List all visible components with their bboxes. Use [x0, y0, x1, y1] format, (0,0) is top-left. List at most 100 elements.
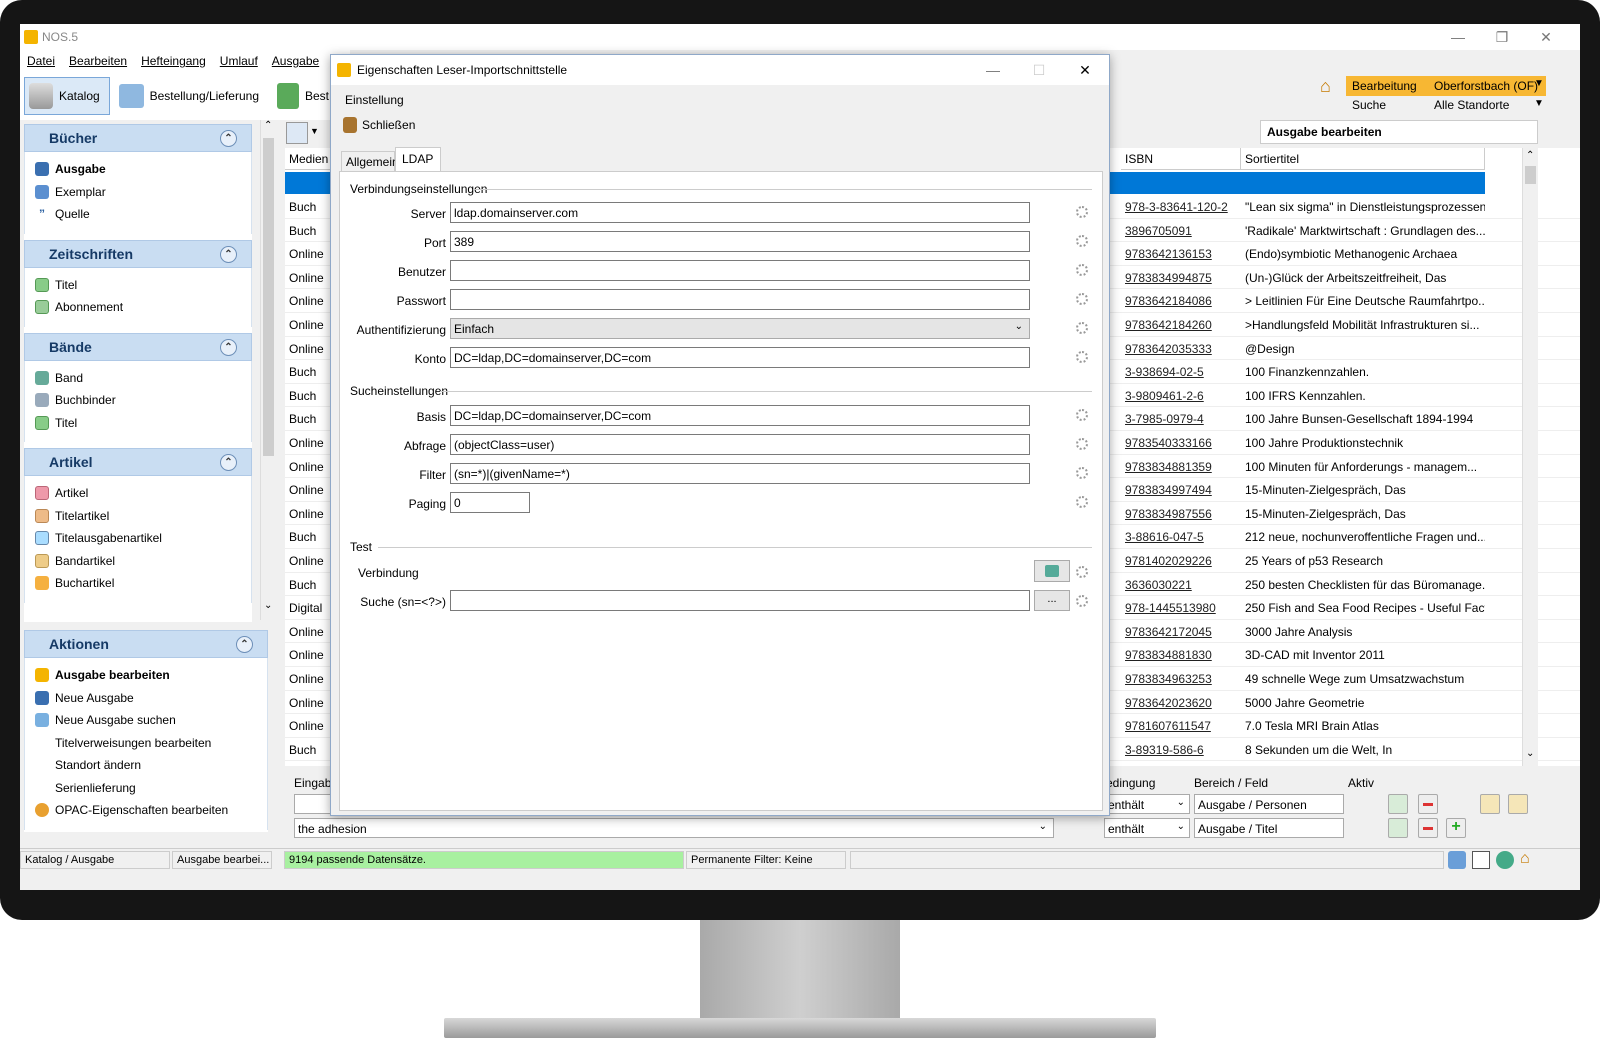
menu-ausgabe[interactable]: Ausgabe: [265, 50, 326, 68]
settings-icon[interactable]: [1076, 566, 1088, 578]
mail-icon[interactable]: [1472, 851, 1490, 869]
chevron-down-icon[interactable]: ⌄: [1039, 821, 1047, 832]
cell-isbn-link[interactable]: 9783834881830: [1125, 648, 1212, 662]
chevron-down-icon[interactable]: ⌄: [264, 600, 272, 611]
edit-icon[interactable]: [1508, 794, 1528, 814]
group-aktionen[interactable]: Aktionen ⌃: [24, 630, 268, 658]
cell-isbn-link[interactable]: 9783540333166: [1125, 436, 1212, 450]
collapse-icon[interactable]: ⌃: [220, 245, 237, 263]
sidebar-item-exemplar[interactable]: Exemplar: [35, 181, 251, 204]
tab-allgemein[interactable]: Allgemein: [341, 151, 399, 171]
chevron-down-icon[interactable]: ⌄: [1526, 748, 1534, 759]
action-titelverweisungen[interactable]: Titelverweisungen bearbeiten: [35, 732, 267, 755]
home-icon[interactable]: ⌂: [1320, 76, 1342, 98]
cell-isbn-link[interactable]: 3636030221: [1125, 578, 1192, 592]
close-action-button[interactable]: Schließen: [343, 117, 415, 133]
group-zeitschriften[interactable]: Zeitschriften ⌃: [24, 239, 252, 268]
settings-icon[interactable]: [1076, 351, 1088, 363]
cell-isbn-link[interactable]: 3-88616-047-5: [1125, 530, 1204, 544]
settings-icon[interactable]: [1076, 438, 1088, 450]
sidebar-item-titelausgabenartikel[interactable]: Titelausgabenartikel: [35, 527, 251, 550]
group-buecher[interactable]: Bücher ⌃: [24, 124, 252, 152]
close-icon[interactable]: ✕: [1528, 27, 1564, 47]
settings-icon[interactable]: [1076, 264, 1088, 276]
browse-button[interactable]: ...: [1034, 590, 1070, 611]
server-input[interactable]: ldap.domainserver.com: [450, 202, 1030, 223]
eingabe-input[interactable]: [294, 794, 334, 814]
settings-icon[interactable]: [1076, 322, 1088, 334]
filter-input[interactable]: (sn=*)|(givenName=*): [450, 463, 1030, 484]
settings-icon[interactable]: [1076, 409, 1088, 421]
sidebar-item-band[interactable]: Band: [35, 367, 251, 390]
group-baende[interactable]: Bände ⌃: [24, 332, 252, 361]
benutzer-input[interactable]: [450, 260, 1030, 281]
menu-bearbeiten[interactable]: Bearbeiten: [62, 50, 134, 68]
chevron-down-icon[interactable]: ▼: [310, 126, 319, 136]
action-serienlieferung[interactable]: Serienlieferung: [35, 777, 267, 800]
port-input[interactable]: 389: [450, 231, 1030, 252]
cell-isbn-link[interactable]: 3-938694-02-5: [1125, 365, 1204, 379]
cell-isbn-link[interactable]: 9783834881359: [1125, 460, 1212, 474]
menu-umlauf[interactable]: Umlauf: [213, 50, 265, 68]
remove-filter-button[interactable]: [1418, 794, 1438, 814]
minimize-icon[interactable]: —: [1440, 27, 1476, 47]
action-neue-ausgabe-suchen[interactable]: Neue Ausgabe suchen: [35, 709, 267, 732]
settings-icon[interactable]: [1076, 293, 1088, 305]
grid-view-icon[interactable]: [286, 122, 308, 144]
cell-isbn-link[interactable]: 9783642184260: [1125, 318, 1212, 332]
basis-input[interactable]: DC=ldap,DC=domainserver,DC=com: [450, 405, 1030, 426]
cell-isbn-link[interactable]: 9781402029226: [1125, 554, 1212, 568]
user-icon[interactable]: [1448, 851, 1466, 869]
action-opac[interactable]: OPAC-Eigenschaften bearbeiten: [35, 799, 267, 822]
collapse-icon[interactable]: ⌃: [220, 454, 237, 471]
sidebar-item-titel[interactable]: Titel: [35, 274, 251, 297]
konto-input[interactable]: DC=ldap,DC=domainserver,DC=com: [450, 347, 1030, 368]
collapse-icon[interactable]: ⌃: [220, 338, 237, 356]
cell-isbn-link[interactable]: 9783834963253: [1125, 672, 1212, 686]
condition-select-2[interactable]: enthält ⌄: [1104, 818, 1190, 838]
settings-icon[interactable]: [1076, 595, 1088, 607]
collapse-icon[interactable]: ⌃: [220, 130, 237, 147]
search-value-field[interactable]: the adhesion ⌄: [294, 818, 1054, 838]
cell-isbn-link[interactable]: 978-1445513980: [1125, 601, 1216, 615]
close-icon[interactable]: ✕: [1067, 60, 1103, 80]
cell-isbn-link[interactable]: 9783642136153: [1125, 247, 1212, 261]
bestellung-button[interactable]: Bestellung/Lieferung: [114, 77, 264, 115]
cell-isbn-link[interactable]: 3-89319-586-6: [1125, 743, 1204, 757]
condition-select-1[interactable]: enthält ⌄: [1104, 794, 1190, 814]
plus-icon[interactable]: +: [1446, 818, 1466, 838]
passwort-input[interactable]: [450, 289, 1030, 310]
sidebar-item-artikel[interactable]: Artikel: [35, 482, 251, 505]
sidebar-item-titelartikel[interactable]: Titelartikel: [35, 505, 251, 528]
sidebar-item-band-titel[interactable]: Titel: [35, 412, 251, 435]
sidebar-item-abonnement[interactable]: Abonnement: [35, 296, 251, 319]
group-artikel[interactable]: Artikel ⌃: [24, 448, 252, 476]
column-header-sortiertitel[interactable]: Sortiertitel: [1241, 148, 1485, 170]
restore-icon[interactable]: ❐: [1484, 27, 1520, 47]
add-filter-icon[interactable]: [1388, 794, 1408, 814]
action-standort-aendern[interactable]: Standort ändern: [35, 754, 267, 777]
sidebar-item-buchartikel[interactable]: Buchartikel: [35, 572, 251, 595]
sidebar-item-ausgabe[interactable]: Ausgabe: [35, 158, 251, 181]
chevron-up-icon[interactable]: ⌃: [1526, 150, 1534, 161]
minimize-icon[interactable]: —: [975, 60, 1011, 80]
tab-ldap[interactable]: LDAP: [395, 147, 441, 171]
cell-isbn-link[interactable]: 3-7985-0979-4: [1125, 412, 1204, 426]
cell-isbn-link[interactable]: 9783834987556: [1125, 507, 1212, 521]
cell-isbn-link[interactable]: 9783642023620: [1125, 696, 1212, 710]
sidebar-item-bandartikel[interactable]: Bandartikel: [35, 550, 251, 573]
home-icon[interactable]: ⌂: [1520, 851, 1538, 869]
chevron-up-icon[interactable]: ⌃: [264, 120, 272, 131]
cell-isbn-link[interactable]: 9783834994875: [1125, 271, 1212, 285]
cell-isbn-link[interactable]: 9783642184086: [1125, 294, 1212, 308]
cell-isbn-link[interactable]: 978-3-83641-120-2: [1125, 200, 1228, 214]
test-connection-button[interactable]: [1034, 560, 1070, 582]
menu-datei[interactable]: Datei: [20, 50, 62, 68]
field-select-1[interactable]: Ausgabe / Personen: [1194, 794, 1344, 814]
settings-icon[interactable]: [1076, 235, 1088, 247]
cell-isbn-link[interactable]: 9783642035333: [1125, 342, 1212, 356]
scroll-thumb[interactable]: [263, 138, 274, 456]
action-neue-ausgabe[interactable]: Neue Ausgabe: [35, 687, 267, 710]
cell-isbn-link[interactable]: 3-9809461-2-6: [1125, 389, 1204, 403]
remove-filter-button[interactable]: [1418, 818, 1438, 838]
